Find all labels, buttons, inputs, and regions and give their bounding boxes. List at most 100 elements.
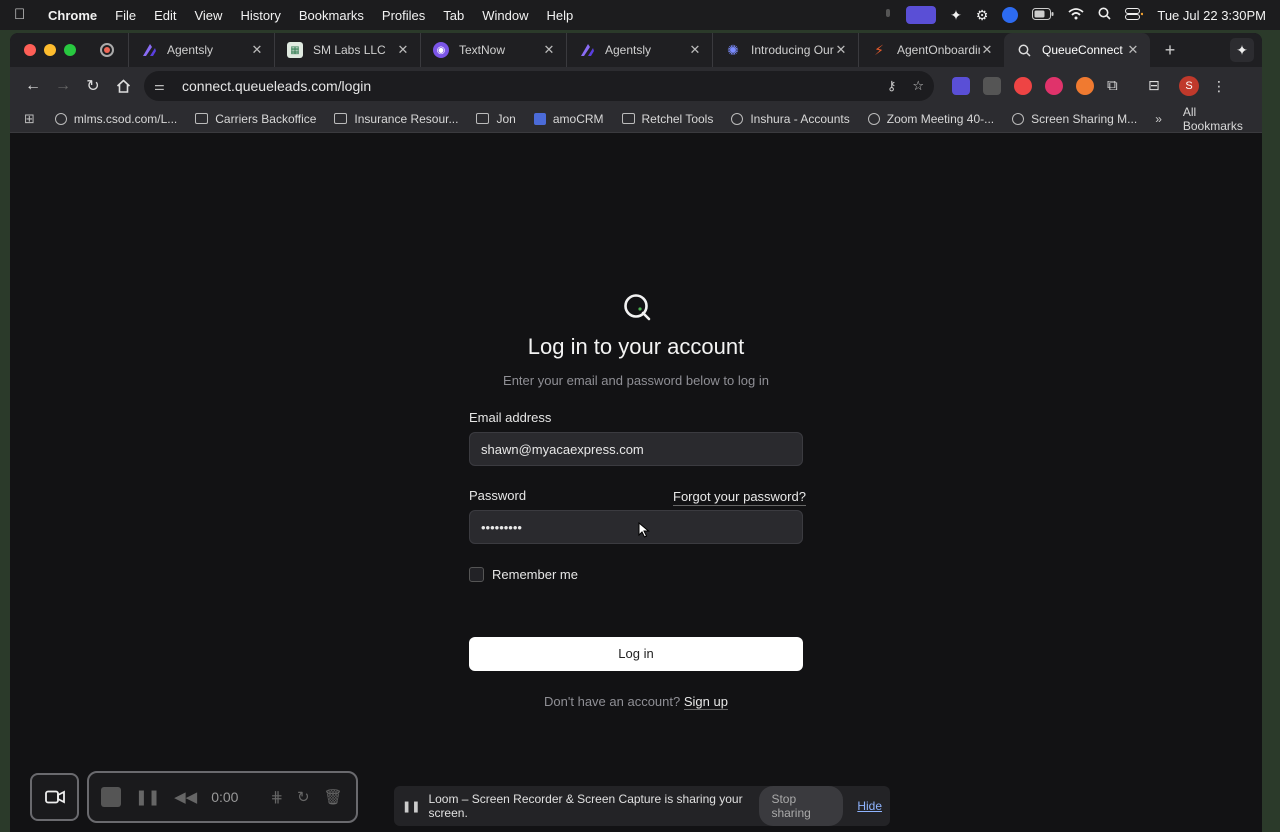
- url-text[interactable]: connect.queueleads.com/login: [182, 78, 871, 94]
- rewind-icon[interactable]: ◀◀: [174, 788, 197, 806]
- site-settings-icon[interactable]: ⚌: [154, 79, 170, 93]
- menu-bookmarks[interactable]: Bookmarks: [299, 8, 364, 23]
- window-controls: [10, 44, 100, 56]
- bookmark-item[interactable]: Carriers Backoffice: [195, 112, 316, 126]
- zoom-window-button[interactable]: [64, 44, 76, 56]
- login-page: Log in to your account Enter your email …: [10, 133, 1262, 832]
- close-tab-icon[interactable]: ✕: [542, 42, 556, 58]
- address-bar[interactable]: ⚌ connect.queueleads.com/login ⚷ ☆: [144, 71, 934, 101]
- restart-icon[interactable]: ↻: [297, 788, 310, 806]
- menu-kebab-icon[interactable]: ⋮: [1212, 78, 1226, 95]
- tab-introducing[interactable]: ✺ Introducing Our N ✕: [712, 33, 858, 67]
- pause-icon[interactable]: ❚❚: [135, 788, 160, 806]
- close-window-button[interactable]: [24, 44, 36, 56]
- menu-window[interactable]: Window: [482, 8, 528, 23]
- orange-extension-icon[interactable]: [1076, 77, 1094, 95]
- camera-extension-icon[interactable]: [983, 77, 1001, 95]
- profile-avatar[interactable]: S: [1179, 76, 1199, 96]
- bookmark-item[interactable]: Jon: [476, 112, 516, 126]
- hide-button[interactable]: Hide: [857, 799, 882, 813]
- menu-tab[interactable]: Tab: [443, 8, 464, 23]
- extension-badge-icon[interactable]: [952, 77, 970, 95]
- bookmarks-overflow-button[interactable]: »: [1155, 112, 1162, 126]
- email-label: Email address: [469, 410, 552, 425]
- remember-me-checkbox[interactable]: [469, 567, 484, 582]
- bookmark-item[interactable]: Insurance Resour...: [334, 112, 458, 126]
- sparkle-icon[interactable]: ✦: [950, 7, 962, 24]
- bookmark-item[interactable]: Retchel Tools: [621, 112, 713, 126]
- new-tab-button[interactable]: +: [1156, 40, 1184, 61]
- folder-icon: [334, 113, 348, 124]
- zoom-icon[interactable]: [1002, 7, 1019, 23]
- menu-view[interactable]: View: [194, 8, 222, 23]
- battery-icon[interactable]: [1032, 7, 1054, 23]
- menu-file[interactable]: File: [115, 8, 136, 23]
- stop-sharing-button[interactable]: Stop sharing: [759, 786, 844, 826]
- login-button[interactable]: Log in: [469, 637, 803, 671]
- folder-icon: [476, 113, 490, 124]
- puzzle-icon[interactable]: ⧉: [1107, 77, 1125, 95]
- red-extension-icon[interactable]: [1045, 77, 1063, 95]
- signup-prompt: Don't have an account? Sign up: [10, 694, 1262, 710]
- apps-grid-icon[interactable]: ⊞: [24, 111, 35, 127]
- page-subtitle: Enter your email and password below to l…: [503, 373, 769, 388]
- tab-queueconnect[interactable]: QueueConnect ✕: [1004, 33, 1150, 67]
- forward-button[interactable]: →: [48, 71, 78, 101]
- search-icon: [1016, 42, 1032, 58]
- fire-extension-icon[interactable]: [1014, 77, 1032, 95]
- close-tab-icon[interactable]: ✕: [688, 42, 702, 58]
- close-tab-icon[interactable]: ✕: [980, 42, 994, 58]
- password-key-icon[interactable]: ⚷: [887, 78, 897, 94]
- close-tab-icon[interactable]: ✕: [1126, 42, 1140, 58]
- loom-camera-toggle[interactable]: [30, 773, 79, 821]
- wifi-icon[interactable]: [1068, 7, 1084, 23]
- all-bookmarks-button[interactable]: All Bookmarks: [1176, 105, 1248, 133]
- mouse-cursor-icon: [638, 522, 650, 538]
- forgot-password-link[interactable]: Forgot your password?: [673, 489, 806, 506]
- sign-up-link[interactable]: Sign up: [683, 694, 728, 710]
- close-tab-icon[interactable]: ✕: [396, 42, 410, 58]
- trash-icon[interactable]: 🗑: [324, 788, 343, 806]
- back-button[interactable]: ←: [18, 71, 48, 101]
- remember-me[interactable]: Remember me: [469, 567, 578, 582]
- reload-button[interactable]: ↻: [78, 71, 108, 101]
- home-button[interactable]: [108, 71, 138, 101]
- bookmark-item[interactable]: Inshura - Accounts: [731, 112, 850, 126]
- tab-textnow[interactable]: ◉ TextNow ✕: [420, 33, 566, 67]
- menu-app-chrome[interactable]: Chrome: [48, 8, 97, 23]
- bookmark-item[interactable]: amoCRM: [533, 112, 604, 126]
- gemini-sparkle-icon[interactable]: ✦: [1230, 38, 1254, 62]
- globe-icon: [731, 112, 744, 125]
- close-tab-icon[interactable]: ✕: [834, 42, 848, 58]
- apple-icon[interactable]: : [14, 7, 30, 23]
- close-tab-icon[interactable]: ✕: [250, 42, 264, 58]
- folder-icon: [621, 113, 635, 124]
- bookmark-star-icon[interactable]: ☆: [912, 78, 924, 94]
- menubar-clock[interactable]: Tue Jul 22 3:30PM: [1157, 8, 1266, 23]
- tab-sm-labs[interactable]: ▦ SM Labs LLC ✕: [274, 33, 420, 67]
- menu-edit[interactable]: Edit: [154, 8, 176, 23]
- gear-icon[interactable]: ⚙: [976, 7, 989, 24]
- menu-history[interactable]: History: [240, 8, 280, 23]
- search-icon[interactable]: [1098, 7, 1111, 23]
- control-center-icon[interactable]: [1125, 7, 1144, 23]
- password-field[interactable]: •••••••••: [469, 510, 803, 544]
- menu-help[interactable]: Help: [547, 8, 574, 23]
- grid-icon[interactable]: ⋕: [270, 788, 283, 806]
- bookmark-item[interactable]: Zoom Meeting 40-...: [867, 112, 994, 126]
- bookmark-item[interactable]: mlms.csod.com/L...: [54, 112, 177, 126]
- bookmark-item[interactable]: Screen Sharing M...: [1012, 112, 1137, 126]
- screen-share-status-icon[interactable]: [906, 6, 937, 24]
- screen-sharing-bar: ❚❚ Loom – Screen Recorder & Screen Captu…: [394, 786, 890, 826]
- microphone-icon[interactable]: [884, 8, 892, 22]
- tab-search-icon[interactable]: ⊟: [1148, 77, 1166, 95]
- extensions-row: ⧉ ⊟ S ⋮: [952, 76, 1226, 96]
- tab-agent-onboarding[interactable]: ⚡ AgentOnboarding ✕: [858, 33, 1004, 67]
- tab-agentsly-1[interactable]: Agentsly ✕: [128, 33, 274, 67]
- globe-icon: [867, 112, 880, 125]
- menu-profiles[interactable]: Profiles: [382, 8, 425, 23]
- minimize-window-button[interactable]: [44, 44, 56, 56]
- tab-agentsly-2[interactable]: Agentsly ✕: [566, 33, 712, 67]
- loom-stop-button[interactable]: [101, 787, 121, 807]
- email-field[interactable]: shawn@myacaexpress.com: [469, 432, 803, 466]
